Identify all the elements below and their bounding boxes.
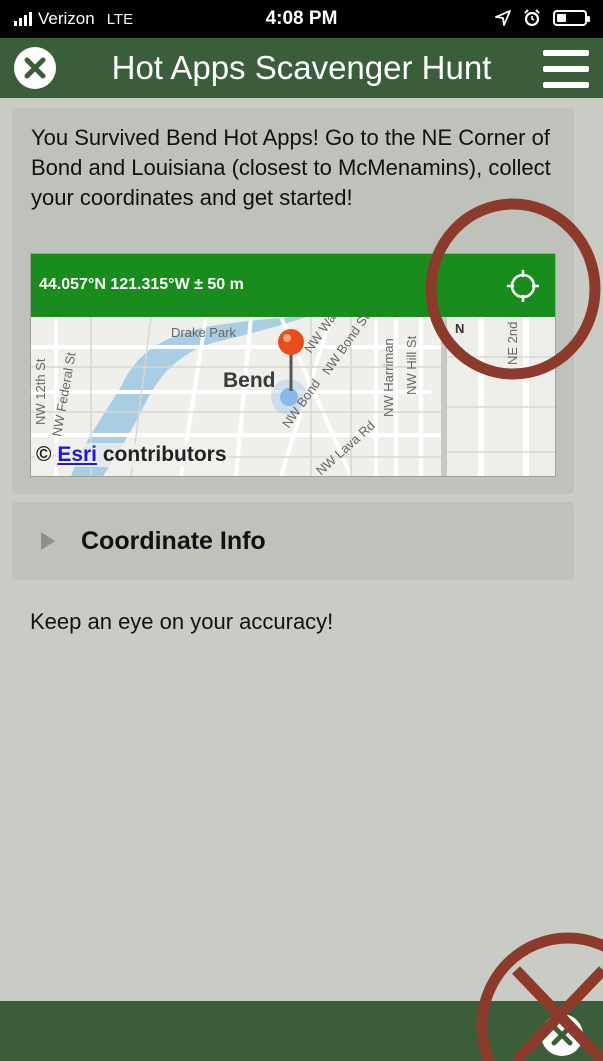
- accuracy-note: Keep an eye on your accuracy!: [30, 609, 334, 634]
- copyright-symbol: ©: [36, 443, 52, 466]
- location-arrow-icon: [495, 10, 511, 26]
- battery-icon: [553, 10, 590, 26]
- crossed-out-circle-annotation: [476, 932, 603, 1061]
- page-title: Hot Apps Scavenger Hunt: [111, 49, 492, 86]
- attribution-suffix: contributors: [102, 443, 227, 466]
- accordion-label: Coordinate Info: [81, 527, 266, 555]
- hamburger-menu-icon[interactable]: [543, 50, 589, 88]
- map-label-park: Drake Park: [171, 325, 237, 340]
- status-icons: [495, 9, 590, 27]
- status-bar: Verizon LTE 4:08 PM: [0, 0, 603, 38]
- alarm-icon: [524, 9, 540, 27]
- map-attribution: © Esri contributors: [34, 443, 229, 467]
- highlight-circle-annotation: [425, 198, 601, 380]
- map-label-nw-hill: NW Hill St: [404, 335, 419, 395]
- triangle-right-icon: [41, 532, 55, 550]
- app-header: Hot Apps Scavenger Hunt: [0, 38, 603, 98]
- map-label-nw-harriman: NW Harriman: [381, 338, 396, 417]
- map-label-nw-12th: NW 12th St: [33, 358, 48, 425]
- esri-link[interactable]: Esri: [57, 443, 97, 466]
- coordinate-info-accordion[interactable]: Coordinate Info: [12, 502, 574, 580]
- close-button[interactable]: [14, 47, 56, 89]
- coordinates-readout: 44.057°N 121.315°W ± 50 m: [39, 276, 244, 293]
- close-icon: [24, 57, 46, 79]
- map-label-city: Bend: [223, 369, 276, 392]
